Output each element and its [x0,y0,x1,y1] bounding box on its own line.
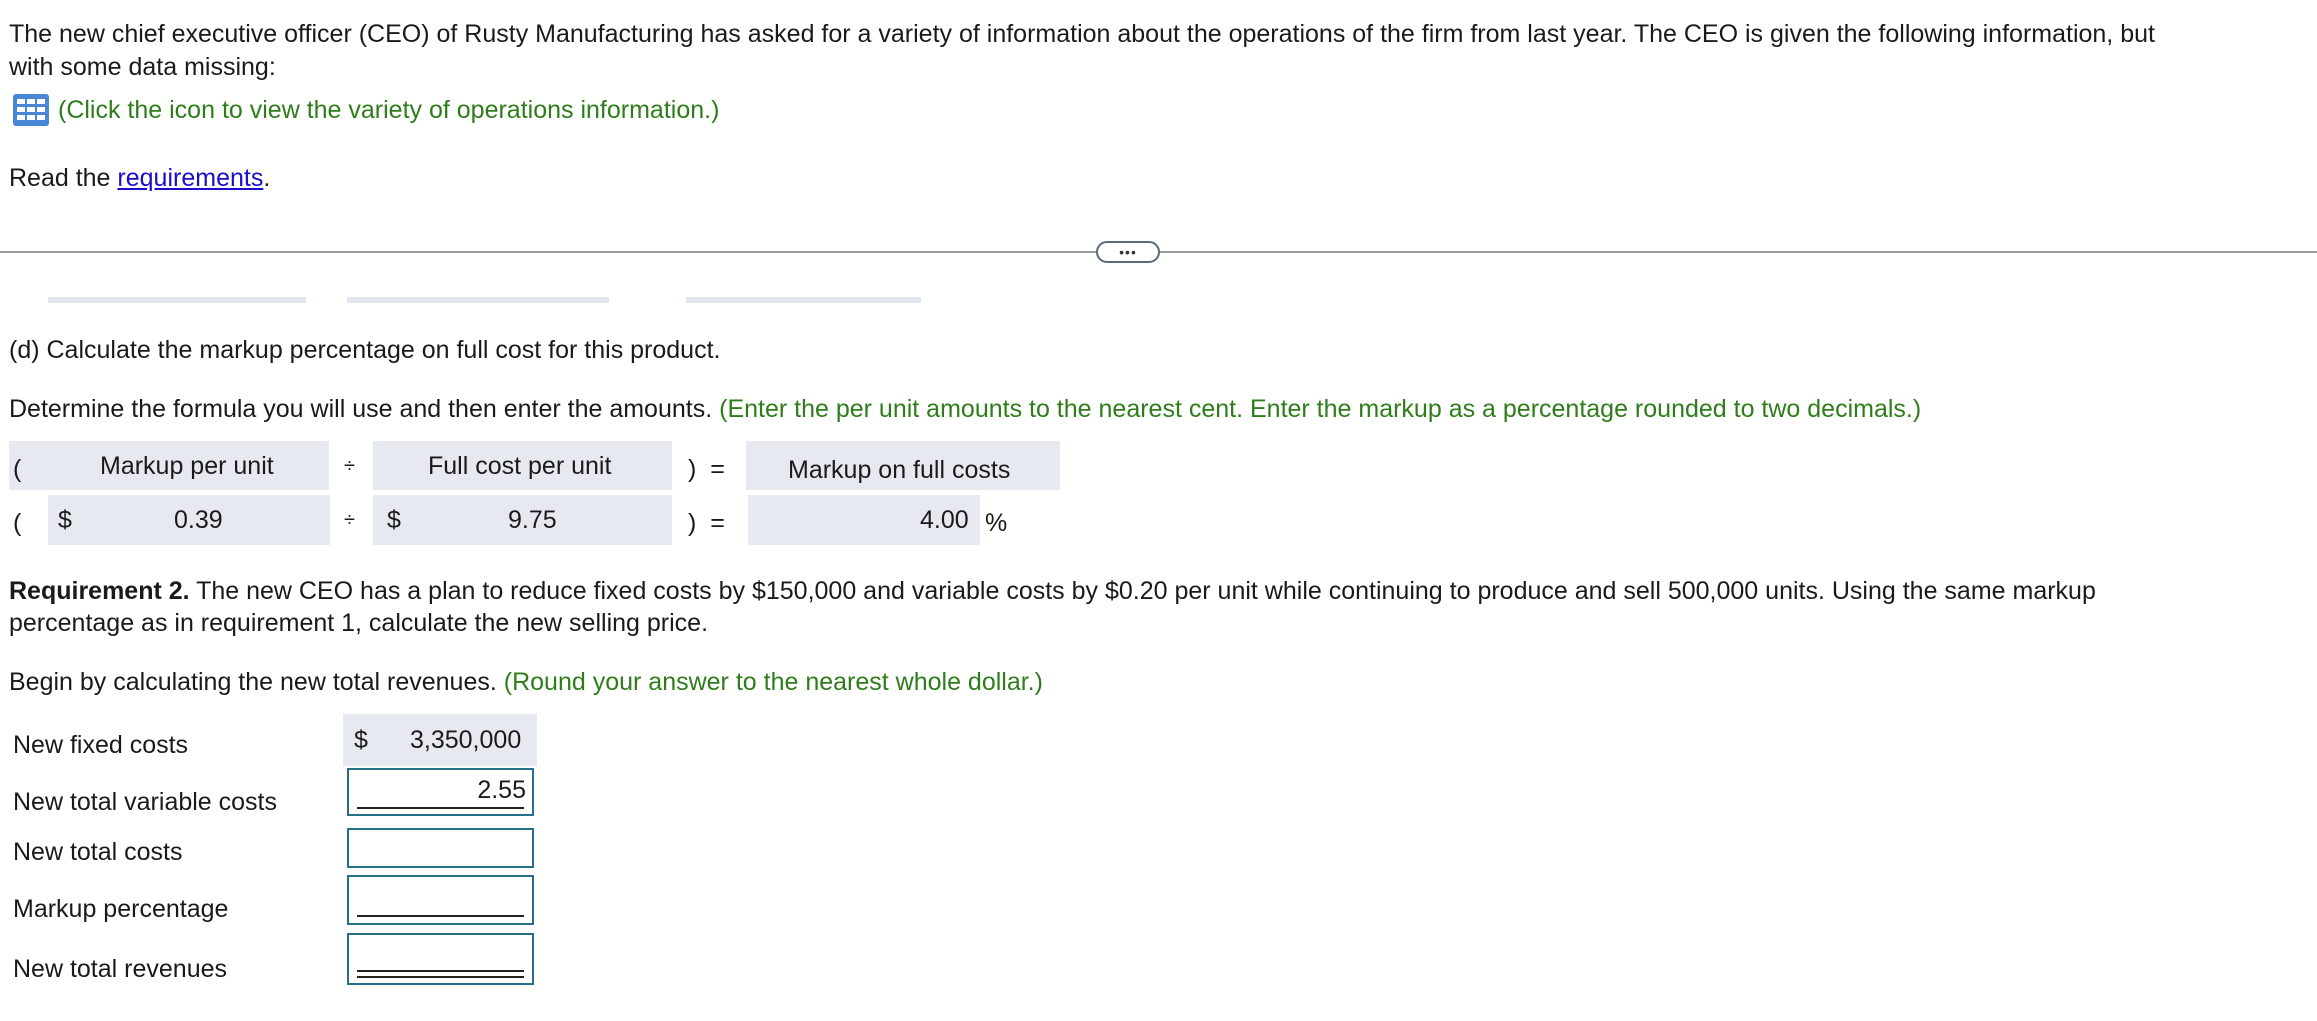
markup-per-unit-value: 0.39 [174,506,223,534]
faded-bar [686,297,921,303]
read-requirements-line: Read the requirements. [9,164,270,193]
row-label-new-fixed-costs: New fixed costs [13,731,189,759]
part-d-instruction-line: Determine the formula you will use and t… [9,395,1921,424]
requirement-2-line-1: Requirement 2. The new CEO has a plan to… [9,577,2096,606]
requirements-link[interactable]: requirements [117,164,263,192]
operations-info-link-text[interactable]: (Click the icon to view the variety of o… [58,96,719,125]
faded-bar [48,297,306,303]
begin-instruction: Begin by calculating the new total reven… [9,668,497,696]
faded-bar [347,297,609,303]
requirement-2-text: The new CEO has a plan to reduce fixed c… [189,577,2096,605]
row-label-new-total-costs: New total costs [13,838,183,866]
new-total-costs-input[interactable] [347,828,534,868]
part-d-instruction: Determine the formula you will use and t… [9,395,713,423]
new-total-variable-costs-input[interactable]: 2.55 [347,768,534,816]
row-label-markup-percentage: Markup percentage [13,895,229,923]
read-prefix: Read the [9,164,118,192]
divider-expand-handle[interactable]: ••• [1096,241,1160,263]
full-cost-per-unit-dollar: $ [387,506,401,534]
formula-header-divide: ÷ [344,455,355,477]
ellipsis-icon: ••• [1119,244,1137,260]
new-fixed-costs-dollar: $ [354,726,368,754]
double-underline-bottom [357,976,524,978]
new-total-variable-costs-value[interactable]: 2.55 [477,776,526,805]
requirement-2-label: Requirement 2. [9,577,190,605]
part-d-heading: (d) Calculate the markup percentage on f… [9,336,721,364]
formula-row-divide: ÷ [344,509,355,531]
full-cost-per-unit-value: 9.75 [508,506,557,534]
begin-instruction-line: Begin by calculating the new total reven… [9,668,1043,697]
formula-row-open-paren: ( [13,509,22,537]
row-label-new-total-revenues: New total revenues [13,955,228,983]
single-underline [357,915,524,917]
table-grid-icon[interactable] [12,93,50,127]
formula-row-close-equals: ) = [688,509,725,537]
formula-header-markup-per-unit: Markup per unit [100,452,274,480]
read-suffix: . [263,164,271,192]
operations-info-link[interactable]: (Click the icon to view the variety of o… [12,93,719,127]
double-underline-top [357,970,524,972]
begin-hint: (Round your answer to the nearest whole … [503,668,1043,696]
markup-per-unit-dollar: $ [58,506,72,534]
formula-header-close-equals: ) = [688,455,725,483]
requirement-2-line-2: percentage as in requirement 1, calculat… [9,609,709,637]
markup-percentage-input[interactable] [347,875,534,925]
markup-on-full-costs-value: 4.00 [920,506,969,534]
formula-header-markup-on-full-costs: Markup on full costs [788,456,1011,484]
intro-line-1: The new chief executive officer (CEO) of… [9,20,2155,48]
single-underline [357,807,524,809]
new-total-revenues-input[interactable] [347,933,534,985]
formula-header-full-cost-per-unit: Full cost per unit [428,452,612,480]
part-d-hint: (Enter the per unit amounts to the neare… [719,395,1922,423]
new-fixed-costs-value: 3,350,000 [410,726,522,754]
intro-line-2: with some data missing: [9,53,276,81]
row-label-new-total-variable-costs: New total variable costs [13,788,278,816]
formula-open-paren: ( [13,455,22,483]
percent-sign: % [985,509,1008,537]
